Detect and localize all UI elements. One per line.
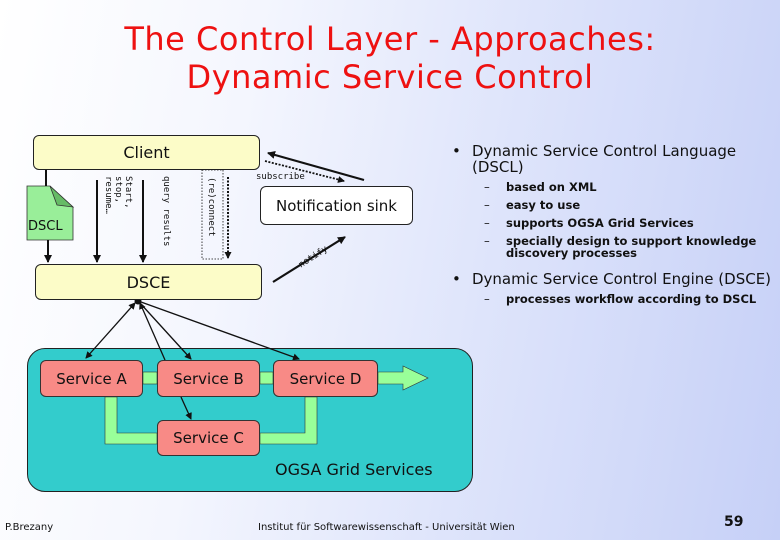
service-c-label: Service C bbox=[173, 429, 244, 447]
notification-sink-label: Notification sink bbox=[275, 196, 397, 215]
notification-sink-box: Notification sink bbox=[260, 186, 413, 225]
bullet-text: Dynamic Service Control Engine (DSCE) bbox=[472, 270, 772, 288]
client-label: Client bbox=[123, 143, 170, 162]
arrow-dsce-service-a bbox=[85, 302, 136, 359]
flow-a-c bbox=[104, 396, 158, 445]
sub-item: – easy to use bbox=[484, 198, 581, 212]
bullet-dsce: • Dynamic Service Control Engine (DSCE) bbox=[448, 271, 778, 287]
footer-institute: Institut für Softwarewissenschaft - Univ… bbox=[258, 522, 515, 533]
service-b: Service B bbox=[157, 360, 260, 397]
reconnect-label: (re)connect bbox=[206, 177, 216, 237]
service-b-label: Service B bbox=[173, 369, 244, 388]
sub-item: – based on XML bbox=[484, 180, 597, 194]
client-box: Client bbox=[33, 135, 260, 170]
sub-list-dscl: – based on XML – easy to use – supports OGS… bbox=[448, 181, 778, 259]
dsce-box: DSCE bbox=[35, 264, 262, 300]
service-a-label: Service A bbox=[56, 369, 127, 388]
start-stop-resume-label: Start, stop, resume… bbox=[103, 176, 133, 214]
query-results-label: query results bbox=[161, 176, 171, 247]
service-d: Service D bbox=[273, 360, 378, 397]
bullet-text: Dynamic Service Control Language (DSCL) bbox=[472, 142, 737, 176]
subscribe-label: subscribe bbox=[256, 172, 305, 182]
ogsa-grid-label: OGSA Grid Services bbox=[275, 460, 433, 479]
footer-author: P.Brezany bbox=[5, 522, 54, 533]
bullet-marker: • bbox=[452, 142, 461, 160]
line-service-b-to-dsce bbox=[139, 302, 166, 361]
flow-b-d bbox=[259, 371, 274, 385]
dscl-document-label: DSCL bbox=[28, 219, 63, 234]
dsce-label: DSCE bbox=[126, 272, 171, 292]
arrow-service-b-to-c bbox=[180, 396, 192, 420]
bullet-dscl: • Dynamic Service Control Language (DSCL… bbox=[448, 143, 778, 175]
sub-item: – supports OGSA Grid Services bbox=[484, 216, 694, 230]
workflow-flow-paths bbox=[104, 365, 429, 445]
sub-item: – processes workflow according to DSCL bbox=[484, 292, 757, 306]
flow-out-arrow bbox=[377, 365, 429, 391]
bullet-marker: • bbox=[452, 270, 461, 288]
page-number: 59 bbox=[724, 514, 744, 530]
sub-item: – specially design to support knowledge d… bbox=[484, 234, 757, 260]
flow-a-b bbox=[142, 371, 158, 385]
service-c: Service C bbox=[157, 420, 260, 456]
bullet-list: • Dynamic Service Control Language (DSCL… bbox=[448, 143, 778, 317]
service-a: Service A bbox=[40, 360, 143, 397]
sub-list-dsce: – processes workflow according to DSCL bbox=[448, 293, 778, 305]
flow-c-d bbox=[259, 396, 318, 445]
service-d-label: Service D bbox=[289, 369, 362, 388]
